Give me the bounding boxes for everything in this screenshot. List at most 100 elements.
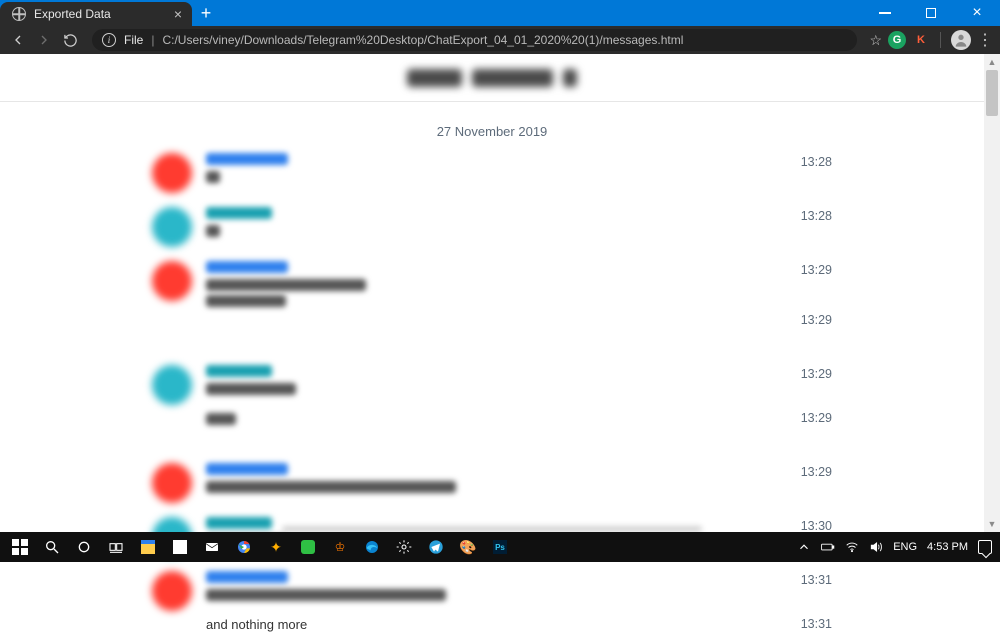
- telegram-icon[interactable]: [420, 532, 452, 562]
- chrome-icon[interactable]: [228, 532, 260, 562]
- message-time: 13:29: [801, 465, 832, 479]
- message-text-blurred: [206, 589, 446, 601]
- message-text-blurred: [206, 383, 296, 395]
- photoshop-icon[interactable]: Ps: [484, 532, 516, 562]
- scroll-thumb[interactable]: [986, 70, 998, 116]
- message-time: 13:29: [801, 367, 832, 381]
- message-body: [206, 365, 832, 395]
- app-icon-1[interactable]: ✦: [260, 532, 292, 562]
- sender-name-blurred: [206, 571, 288, 583]
- paint-icon[interactable]: 🎨: [452, 532, 484, 562]
- sender-name-blurred: [206, 517, 272, 529]
- file-explorer-icon[interactable]: [132, 532, 164, 562]
- message-time: 13:28: [801, 209, 832, 223]
- close-tab-icon[interactable]: ×: [174, 7, 182, 21]
- volume-icon[interactable]: [869, 540, 883, 554]
- search-icon[interactable]: [36, 532, 68, 562]
- forward-button[interactable]: [34, 30, 54, 50]
- message-time: 13:31: [801, 617, 832, 632]
- date-separator: 27 November 2019: [0, 124, 984, 139]
- message-text-blurred: [206, 171, 220, 183]
- browser-menu-icon[interactable]: ⋮: [977, 30, 992, 50]
- message-time: 13:31: [801, 573, 832, 587]
- page-viewport: 27 November 2019 13:28 13:28 13:29 13:29 13:…: [0, 54, 1000, 532]
- store-icon[interactable]: [164, 532, 196, 562]
- message-body: [206, 409, 832, 425]
- url-scheme: File: [124, 33, 143, 47]
- wifi-icon[interactable]: [845, 540, 859, 554]
- scrollbar[interactable]: ▲ ▼: [984, 54, 1000, 532]
- avatar: [152, 311, 192, 351]
- browser-titlebar: Exported Data × + ×: [0, 0, 1000, 26]
- scroll-down-icon[interactable]: ▼: [984, 516, 1000, 532]
- avatar: [152, 261, 192, 301]
- tray-language[interactable]: ENG: [893, 541, 917, 553]
- avatar: [152, 409, 192, 449]
- message-time: 13:29: [801, 313, 832, 327]
- url-path: C:/Users/viney/Downloads/Telegram%20Desk…: [162, 33, 683, 47]
- action-center-icon[interactable]: [978, 540, 992, 554]
- tab-title: Exported Data: [34, 7, 166, 21]
- extension-k-icon[interactable]: K: [912, 31, 930, 49]
- scroll-up-icon[interactable]: ▲: [984, 54, 1000, 70]
- message-row: 13:29: [152, 409, 832, 449]
- sender-name-blurred: [206, 153, 288, 165]
- message-row: 13:31: [152, 571, 832, 611]
- app-icon-2[interactable]: [292, 532, 324, 562]
- message-time: 13:29: [801, 263, 832, 277]
- message-body: [206, 207, 832, 237]
- sender-name-blurred: [206, 463, 288, 475]
- task-view-icon[interactable]: [100, 532, 132, 562]
- mail-icon[interactable]: [196, 532, 228, 562]
- start-button[interactable]: [4, 532, 36, 562]
- cortana-icon[interactable]: [68, 532, 100, 562]
- window-minimize-button[interactable]: [862, 0, 908, 26]
- message-row: 13:28: [152, 153, 832, 193]
- profile-avatar-icon[interactable]: [951, 30, 971, 50]
- edge-icon[interactable]: [356, 532, 388, 562]
- app-icon-3[interactable]: ♔: [324, 532, 356, 562]
- browser-toolbar: i File | C:/Users/viney/Downloads/Telegr…: [0, 26, 1000, 54]
- chat-header: [0, 54, 984, 102]
- avatar: [152, 153, 192, 193]
- message-text-blurred: [206, 295, 286, 307]
- message-text-blurred: [206, 413, 236, 425]
- message-time: 13:29: [801, 411, 832, 425]
- sender-name-blurred: [206, 207, 272, 219]
- extension-grammarly-icon[interactable]: G: [888, 31, 906, 49]
- message-row: 13:28: [152, 207, 832, 247]
- avatar: [152, 207, 192, 247]
- message-row: 13:29: [152, 311, 832, 351]
- sender-name-blurred: [206, 261, 288, 273]
- windows-taskbar: ✦ ♔ 🎨 Ps ENG 4:53 PM: [0, 532, 1000, 562]
- message-time: 13:30: [801, 519, 832, 533]
- browser-tab[interactable]: Exported Data ×: [0, 2, 192, 26]
- window-close-button[interactable]: ×: [954, 0, 1000, 26]
- tray-clock[interactable]: 4:53 PM: [927, 541, 968, 553]
- avatar: [152, 571, 192, 611]
- settings-icon[interactable]: [388, 532, 420, 562]
- message-row: 13:29: [152, 463, 832, 503]
- message-text-fragment: and nothing more: [206, 617, 307, 632]
- bookmark-star-icon[interactable]: ☆: [869, 32, 882, 49]
- message-body: [206, 261, 832, 307]
- message-body: [206, 571, 832, 601]
- sender-name-blurred: [206, 365, 272, 377]
- tray-chevron-icon[interactable]: [797, 540, 811, 554]
- new-tab-button[interactable]: +: [192, 0, 220, 26]
- reload-button[interactable]: [60, 30, 80, 50]
- message-body: [206, 463, 832, 493]
- window-maximize-button[interactable]: [908, 0, 954, 26]
- battery-icon[interactable]: [821, 540, 835, 554]
- address-bar[interactable]: i File | C:/Users/viney/Downloads/Telegr…: [92, 29, 857, 51]
- avatar: [152, 463, 192, 503]
- message-text-blurred: [206, 481, 456, 493]
- message-text-blurred: [206, 225, 220, 237]
- message-row: 13:29: [152, 365, 832, 405]
- globe-icon: [12, 7, 26, 21]
- message-body: [206, 153, 832, 183]
- back-button[interactable]: [8, 30, 28, 50]
- message-time: 13:28: [801, 155, 832, 169]
- chat-title-blurred: [407, 69, 577, 87]
- site-info-icon[interactable]: i: [102, 33, 116, 47]
